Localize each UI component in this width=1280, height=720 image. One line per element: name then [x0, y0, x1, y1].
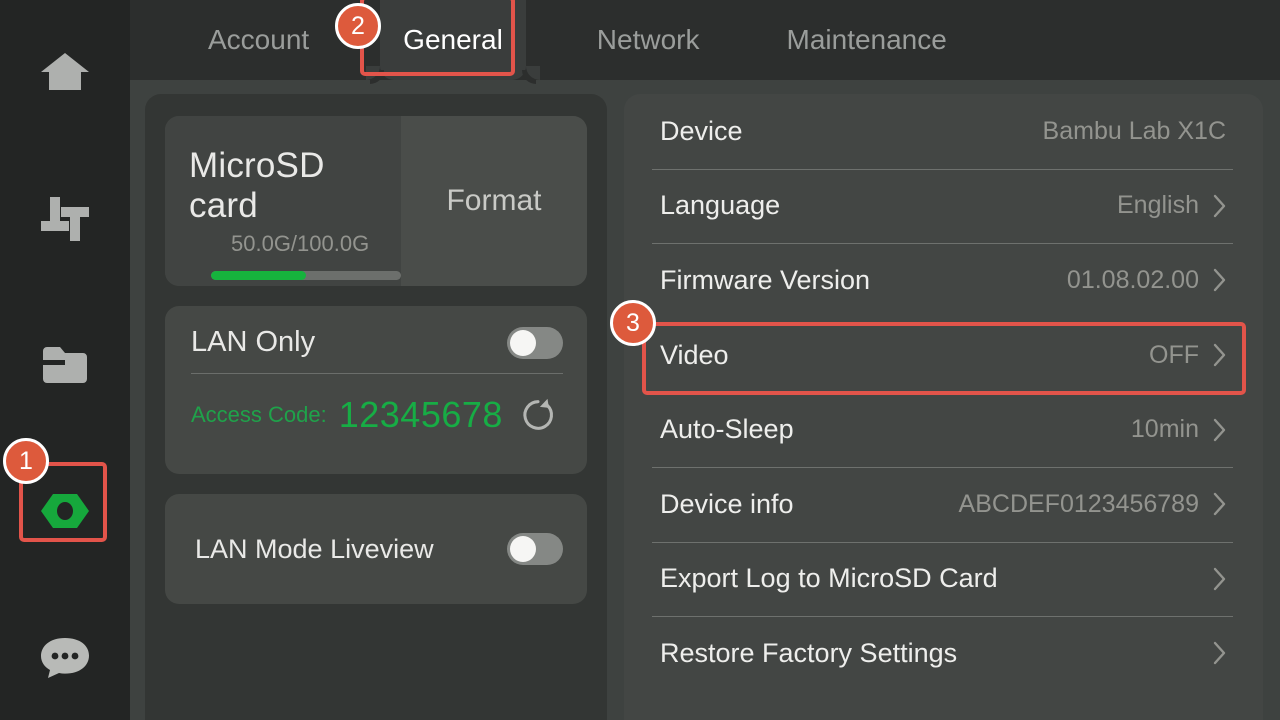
- microsd-title: MicroSD card: [189, 146, 325, 226]
- chevron-right-icon: [1213, 493, 1226, 516]
- annotation-marker-1-label: 1: [19, 446, 33, 475]
- lan-only-panel: LAN Only Access Code: 12345678: [165, 306, 587, 474]
- settings-row-restore-factory-right: [1213, 641, 1226, 665]
- annotation-marker-3: 3: [610, 300, 656, 346]
- settings-row-export-log-label: Export Log to MicroSD Card: [660, 563, 998, 594]
- sidebar-item-files[interactable]: [0, 328, 130, 402]
- left-sidebar: [0, 0, 130, 720]
- settings-content: MicroSD card 50.0G/100.0G Format LAN Onl…: [130, 80, 1280, 720]
- settings-row-device-right: Bambu Lab X1C: [1043, 117, 1226, 146]
- chevron-right-icon: [1213, 567, 1226, 591]
- main-area: Account General Network Maintenance Micr…: [130, 0, 1280, 720]
- access-code-label: Access Code:: [191, 402, 327, 427]
- chat-bubble-icon: [41, 638, 89, 678]
- settings-row-export-log-right: [1213, 567, 1226, 591]
- left-panel: MicroSD card 50.0G/100.0G Format LAN Onl…: [145, 94, 607, 720]
- lan-only-toggle-knob: [510, 329, 536, 356]
- tab-maintenance[interactable]: Maintenance: [764, 0, 970, 80]
- format-button[interactable]: Format: [401, 116, 587, 286]
- tab-maintenance-label: Maintenance: [786, 24, 947, 55]
- tab-network[interactable]: Network: [574, 0, 723, 80]
- settings-row-video-right: OFF: [1149, 341, 1226, 370]
- settings-row-video[interactable]: Video OFF: [646, 318, 1241, 393]
- lan-divider: [191, 373, 563, 374]
- chevron-right-icon: [1213, 194, 1226, 218]
- annotation-marker-1: 1: [3, 438, 49, 484]
- settings-row-device-info[interactable]: Device info ABCDEF0123456789: [646, 466, 1241, 542]
- settings-row-auto-sleep-right: 10min: [1131, 415, 1226, 444]
- annotation-marker-3-label: 3: [626, 308, 640, 337]
- annotation-marker-2-label: 2: [351, 11, 365, 40]
- settings-row-auto-sleep[interactable]: Auto-Sleep 10min: [646, 392, 1241, 467]
- sidebar-item-chat[interactable]: [0, 620, 130, 694]
- settings-row-device-info-label: Device info: [660, 488, 794, 519]
- refresh-icon[interactable]: [519, 396, 557, 434]
- tab-account-label: Account: [208, 24, 310, 55]
- settings-row-firmware-version-value: 01.08.02.00: [1066, 265, 1199, 294]
- tab-bar: Account General Network Maintenance: [130, 0, 1280, 80]
- sliders-icon: [41, 197, 89, 241]
- settings-row-language[interactable]: Language English: [646, 168, 1241, 244]
- sidebar-item-controls[interactable]: [0, 182, 130, 256]
- settings-row-device-value: Bambu Lab X1C: [1042, 116, 1226, 145]
- tab-network-label: Network: [596, 24, 700, 55]
- sidebar-item-settings[interactable]: [0, 474, 130, 548]
- settings-row-firmware-version-label: Firmware Version: [660, 264, 871, 295]
- sidebar-item-home[interactable]: [0, 36, 130, 110]
- settings-row-restore-factory[interactable]: Restore Factory Settings: [646, 616, 1241, 691]
- settings-list-panel: Device Bambu Lab X1C Language English Fi…: [624, 94, 1263, 720]
- lan-mode-liveview-toggle-knob: [510, 536, 536, 562]
- settings-row-language-value: English: [1117, 191, 1199, 220]
- settings-row-auto-sleep-label: Auto-Sleep: [660, 414, 794, 445]
- settings-row-firmware-version-right: 01.08.02.00: [1067, 266, 1226, 295]
- microsd-usage-text: 50.0G/100.0G: [231, 230, 370, 256]
- lan-mode-liveview-panel: LAN Mode Liveview: [165, 494, 587, 604]
- settings-row-device-info-value: ABCDEF0123456789: [958, 489, 1199, 518]
- lan-mode-liveview-label: LAN Mode Liveview: [195, 533, 434, 564]
- lan-only-toggle[interactable]: [507, 326, 563, 359]
- tab-general-label: General: [403, 24, 503, 55]
- chevron-right-icon: [1213, 269, 1226, 292]
- settings-row-video-label: Video: [660, 339, 729, 370]
- chevron-right-icon: [1213, 418, 1226, 441]
- settings-row-restore-factory-label: Restore Factory Settings: [660, 637, 958, 668]
- microsd-usage-bar-fill: [211, 270, 306, 280]
- lan-only-row: LAN Only: [191, 326, 563, 373]
- tab-account[interactable]: Account: [185, 0, 332, 80]
- settings-row-language-label: Language: [660, 190, 781, 221]
- microsd-info: MicroSD card 50.0G/100.0G: [165, 116, 401, 286]
- settings-row-firmware-version[interactable]: Firmware Version 01.08.02.00: [646, 243, 1241, 318]
- chevron-right-icon: [1213, 343, 1226, 367]
- settings-row-device[interactable]: Device Bambu Lab X1C: [646, 94, 1241, 169]
- microsd-usage-bar: [211, 270, 401, 280]
- settings-row-device-info-right: ABCDEF0123456789: [959, 490, 1226, 519]
- settings-row-device-label: Device: [660, 115, 743, 146]
- access-code-value: 12345678: [338, 394, 503, 435]
- lan-only-label: LAN Only: [191, 326, 316, 358]
- microsd-card-panel: MicroSD card 50.0G/100.0G Format: [165, 116, 587, 286]
- tab-general[interactable]: General: [366, 0, 540, 80]
- format-button-label: Format: [446, 184, 542, 217]
- lan-mode-liveview-toggle[interactable]: [507, 533, 563, 565]
- hex-nut-icon: [41, 494, 89, 528]
- screen-root: Account General Network Maintenance Micr…: [0, 0, 1280, 720]
- settings-row-auto-sleep-value: 10min: [1130, 415, 1199, 444]
- home-icon: [41, 53, 89, 90]
- folder-icon: [43, 347, 87, 383]
- annotation-marker-2: 2: [335, 3, 381, 49]
- chevron-right-icon: [1213, 642, 1226, 665]
- access-code-row: Access Code: 12345678: [191, 396, 563, 434]
- settings-row-language-right: English: [1117, 191, 1226, 220]
- settings-row-export-log[interactable]: Export Log to MicroSD Card: [646, 541, 1241, 617]
- settings-row-video-value: OFF: [1149, 340, 1199, 369]
